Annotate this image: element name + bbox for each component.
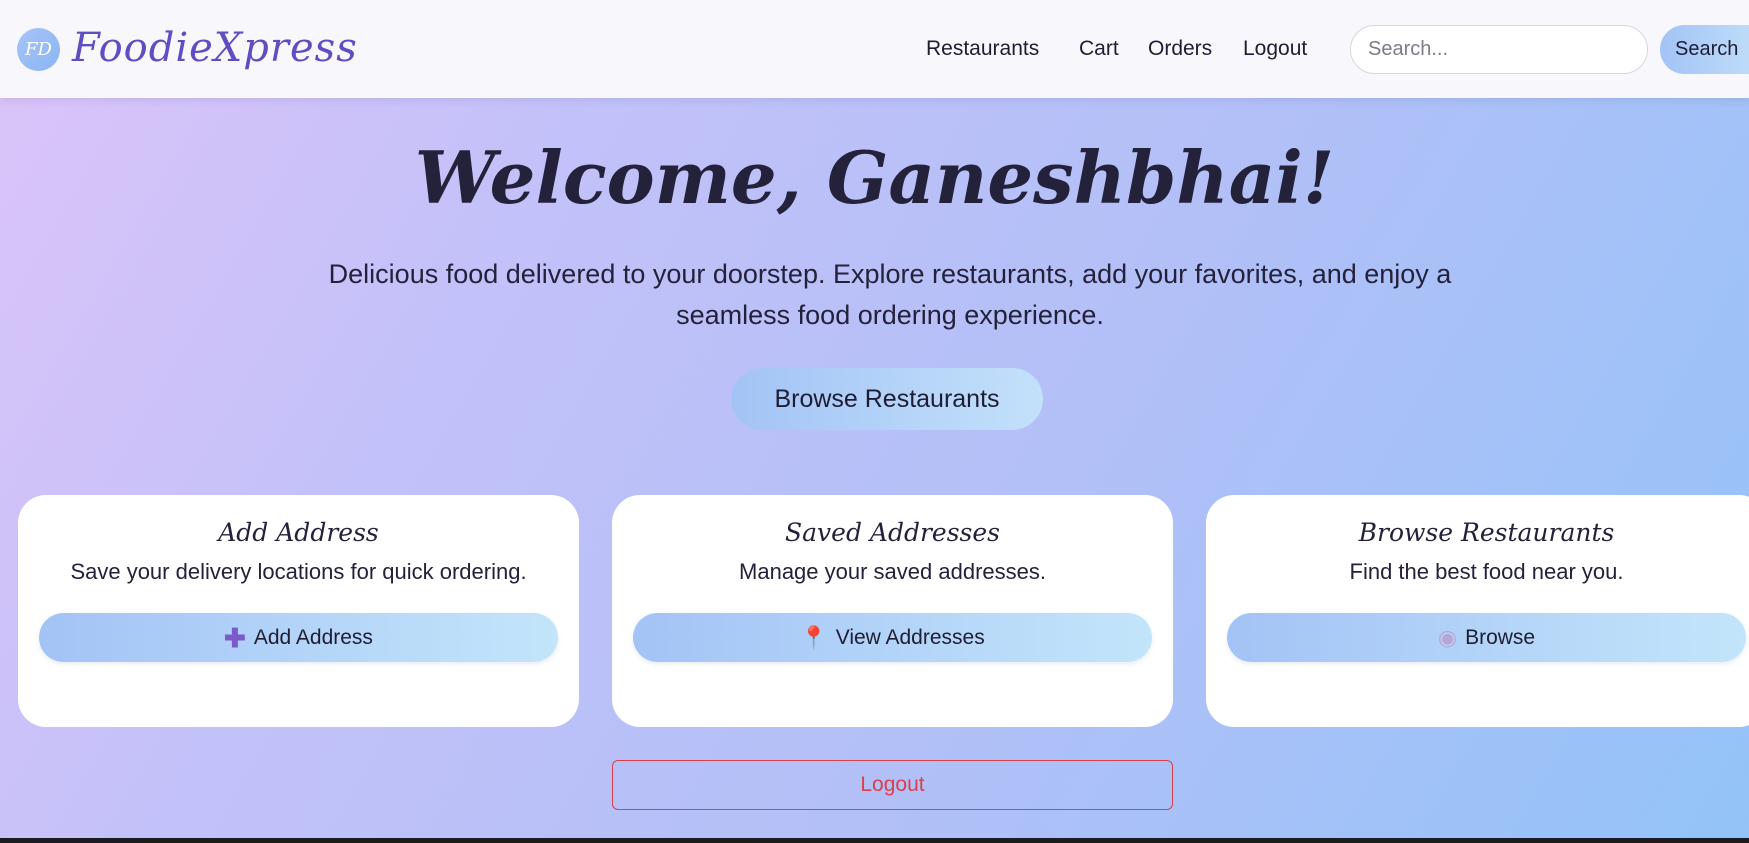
logout-button[interactable]: Logout [612, 760, 1173, 810]
card-title: Add Address [218, 518, 379, 547]
top-navbar: FD FoodieXpress Restaurants Cart Orders … [0, 0, 1749, 98]
add-address-card: Add Address Save your delivery locations… [18, 495, 579, 727]
browse-restaurants-button[interactable]: Browse Restaurants [731, 368, 1043, 430]
add-address-button[interactable]: ✚ Add Address [39, 613, 558, 662]
welcome-title: Welcome, Ganeshbhai! [414, 135, 1335, 220]
logo-badge[interactable]: FD [17, 28, 60, 71]
hero-tagline: Delicious food delivered to your doorste… [328, 259, 1452, 330]
view-addresses-button[interactable]: 📍 View Addresses [633, 613, 1152, 662]
nav-logout[interactable]: Logout [1243, 34, 1307, 64]
plus-icon: ✚ [224, 622, 246, 653]
nav-orders[interactable]: Orders [1148, 34, 1212, 64]
saved-addresses-card: Saved Addresses Manage your saved addres… [612, 495, 1173, 727]
plate-icon: ◉ [1437, 624, 1458, 650]
card-description: Manage your saved addresses. [739, 559, 1046, 584]
button-label: Browse [1465, 625, 1536, 649]
nav-restaurants[interactable]: Restaurants [926, 34, 1039, 64]
pin-icon: 📍 [800, 624, 828, 650]
button-label: View Addresses [835, 625, 985, 649]
button-label: Add Address [253, 625, 373, 649]
card-title: Saved Addresses [785, 518, 1000, 547]
nav-cart[interactable]: Cart [1079, 34, 1119, 64]
bottom-edge-bar [0, 838, 1749, 843]
brand-logo[interactable]: FoodieXpress [72, 18, 358, 78]
search-input[interactable] [1350, 25, 1648, 74]
card-description: Save your delivery locations for quick o… [70, 559, 527, 584]
card-title: Browse Restaurants [1358, 518, 1615, 547]
browse-restaurants-card: Browse Restaurants Find the best food ne… [1206, 495, 1749, 727]
card-description: Find the best food near you. [1349, 559, 1624, 584]
search-button[interactable]: Search [1660, 25, 1749, 74]
browse-button[interactable]: ◉ Browse [1227, 613, 1746, 662]
